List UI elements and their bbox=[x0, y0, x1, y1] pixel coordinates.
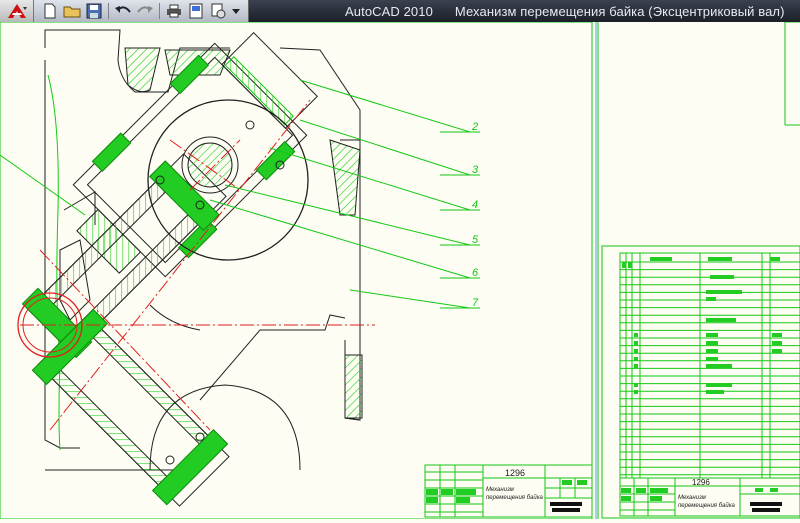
spec-title-block bbox=[619, 477, 800, 517]
callout-3: 3 bbox=[472, 164, 479, 176]
callout-5: 5 bbox=[472, 234, 479, 246]
callout-6: 6 bbox=[472, 267, 479, 279]
drawing-area[interactable]: 2 3 4 5 6 7 1296 Механизм перемещения ба… bbox=[0, 21, 800, 520]
lower-bearing-assembly bbox=[31, 308, 230, 507]
open-icon[interactable] bbox=[62, 2, 82, 20]
spec-title-text: 1296 Механизм перемещения байка bbox=[678, 478, 736, 509]
model-space-canvas[interactable]: 2 3 4 5 6 7 1296 Механизм перемещения ба… bbox=[0, 21, 800, 520]
callout-2: 2 bbox=[471, 121, 478, 133]
main-name-line1: Механизм bbox=[486, 487, 514, 493]
right-sheet-edge bbox=[784, 21, 800, 126]
publish-icon[interactable] bbox=[208, 2, 228, 20]
main-drawing-number: 1296 bbox=[505, 468, 525, 478]
new-icon[interactable] bbox=[40, 2, 60, 20]
customize-dropdown-icon[interactable] bbox=[230, 2, 242, 20]
autocad-logo-icon bbox=[7, 4, 27, 18]
print-icon[interactable] bbox=[164, 2, 184, 20]
callout-7: 7 bbox=[472, 297, 479, 309]
window-title: AutoCAD 2010 Механизм перемещения байка (… bbox=[345, 4, 785, 19]
undo-icon[interactable] bbox=[113, 2, 133, 20]
main-name-line2: перемещения байка bbox=[486, 494, 544, 501]
properties-icon[interactable] bbox=[186, 2, 206, 20]
callout-labels: 2 3 4 5 6 7 bbox=[471, 121, 479, 309]
main-title-text: 1296 Механизм перемещения байка bbox=[486, 468, 544, 501]
document-title: Механизм перемещения байка (Эксцентриков… bbox=[454, 3, 785, 19]
callout-4: 4 bbox=[472, 199, 478, 211]
app-name: AutoCAD 2010 bbox=[345, 3, 433, 19]
quick-access-toolbar bbox=[34, 0, 249, 22]
spec-drawing-number: 1296 bbox=[692, 478, 710, 487]
spec-name-line2: перемещения байка bbox=[678, 502, 736, 509]
save-icon[interactable] bbox=[84, 2, 104, 20]
application-menu-button[interactable] bbox=[0, 0, 34, 22]
redo-icon[interactable] bbox=[135, 2, 155, 20]
title-bar: AutoCAD 2010 Механизм перемещения байка (… bbox=[0, 0, 800, 22]
spec-name-line1: Механизм bbox=[678, 495, 706, 501]
